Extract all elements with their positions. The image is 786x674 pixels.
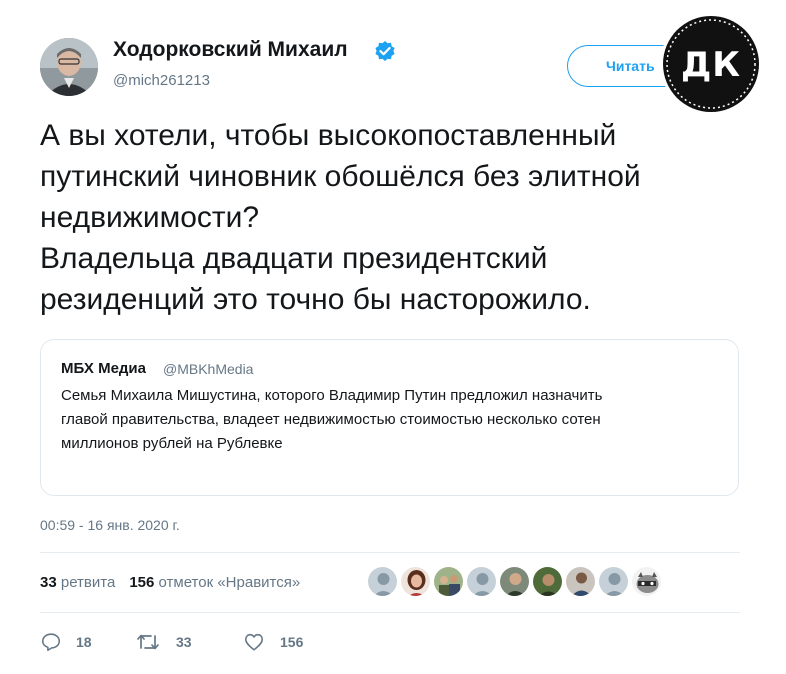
avatar-default[interactable]	[367, 566, 398, 597]
retweet-count: 33	[176, 634, 192, 650]
author-avatar[interactable]	[40, 38, 98, 96]
quoted-tweet-text: Семья Михаила Мишустина, которого Владим…	[61, 384, 721, 456]
author-handle[interactable]: @mich261213	[113, 72, 210, 89]
retweets-stat[interactable]: 33 ретвита	[40, 574, 115, 591]
avatar-man-dark[interactable]	[565, 566, 596, 597]
quoted-author-handle: @MBKhMedia	[163, 361, 254, 377]
quoted-text-line: Семья Михаила Мишустина, которого Владим…	[61, 387, 603, 404]
quoted-author-name: МБХ Медиа	[61, 360, 146, 377]
divider	[40, 612, 740, 613]
tweet-stats: 33 ретвита 156 отметок «Нравится»	[40, 574, 300, 591]
reply-icon	[41, 633, 61, 652]
heart-icon	[244, 633, 264, 651]
reply-count: 18	[76, 634, 92, 650]
svg-text:ДК: ДК	[681, 45, 741, 85]
likes-count: 156	[129, 574, 155, 591]
tweet-line: резиденций это точно бы насторожило.	[40, 283, 591, 316]
tweet-line: А вы хотели, чтобы высокопоставленный	[40, 119, 617, 152]
tweet-line: Владельца двадцати президентский	[40, 242, 548, 275]
avatar-group[interactable]	[433, 566, 464, 597]
follow-button-label: Читать	[606, 58, 655, 74]
like-button[interactable]: 156	[243, 630, 323, 654]
retweets-count: 33	[40, 574, 57, 591]
divider	[40, 552, 740, 553]
quoted-text-line: миллионов рублей на Рублевке	[61, 435, 283, 452]
retweet-button[interactable]: 33	[136, 630, 206, 654]
author-name[interactable]: Ходорковский Михаил	[113, 38, 348, 62]
tweet-line: недвижимости?	[40, 201, 260, 234]
likes-stat[interactable]: 156 отметок «Нравится»	[129, 574, 300, 591]
avatar-raccoon[interactable]	[631, 566, 662, 597]
likes-label: отметок «Нравится»	[158, 574, 301, 591]
retweets-label: ретвита	[60, 574, 116, 591]
avatar-default[interactable]	[466, 566, 497, 597]
quoted-text-line: главой правительства, владеет недвижимос…	[61, 411, 601, 428]
tweet-line: путинский чиновник обошёлся без элитной	[40, 160, 641, 193]
quoted-tweet-card[interactable]: МБХ Медиа @MBKhMedia Семья Михаила Мишус…	[40, 339, 739, 496]
reply-button[interactable]: 18	[40, 630, 100, 654]
avatar-man-outdoor[interactable]	[532, 566, 563, 597]
dk-logo: ДК	[659, 12, 763, 116]
avatar-man[interactable]	[499, 566, 530, 597]
tweet-timestamp[interactable]: 00:59 - 16 янв. 2020 г.	[40, 517, 180, 533]
verified-badge-icon	[374, 40, 396, 62]
avatar-woman[interactable]	[400, 566, 431, 597]
retweet-icon	[137, 634, 159, 650]
avatar-default[interactable]	[598, 566, 629, 597]
like-count: 156	[280, 634, 304, 650]
tweet-text: А вы хотели, чтобы высокопоставленный пу…	[40, 115, 760, 320]
